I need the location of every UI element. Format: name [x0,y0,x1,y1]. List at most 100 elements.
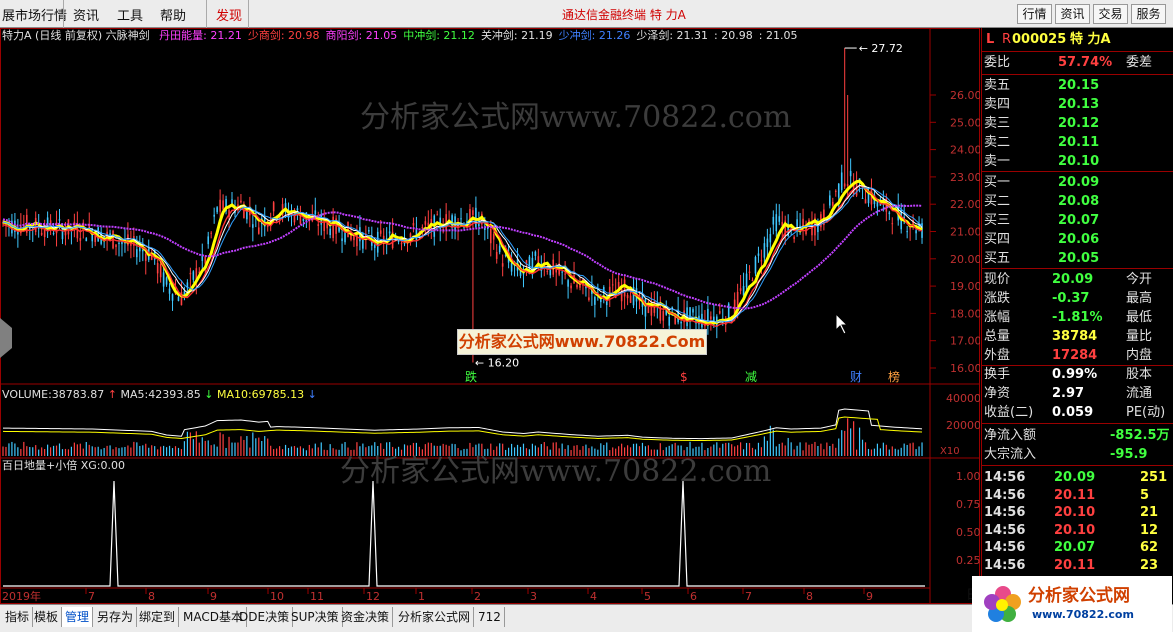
candle-body [421,227,424,229]
logo-url: www.70822.com [1032,608,1134,621]
volume-value: 38783.87 [51,388,105,401]
date-axis-label: 3 [530,590,537,603]
candle-body [570,285,572,289]
menu-tools[interactable]: 工具 [117,5,143,24]
stat-value: 0.99% [1052,367,1098,382]
candle [216,206,218,215]
candle [192,270,195,283]
indicator-item: : 20.98 [714,29,753,42]
tab-0[interactable]: 指标 [2,607,34,627]
candle-body [710,316,712,320]
candle-body [849,170,852,177]
candle [561,270,563,285]
candle-body [489,228,492,244]
candle-body [192,271,195,280]
candle-body [121,241,123,245]
candle [558,251,560,277]
candle [495,244,498,264]
candle [207,231,210,249]
news-button[interactable]: 资讯 [1055,4,1090,24]
tab-8[interactable]: 资金决策 [338,607,394,627]
candle [751,277,754,282]
indicator-item: 商阳剑: 21.05 [325,29,398,42]
candle [189,267,192,288]
date-axis-label: 5 [644,590,651,603]
date-axis-label: 7 [88,590,95,603]
ma-purple-line [2,204,923,310]
left-scroll-handle-icon [0,318,12,358]
watermark-box: 分析家公式网www.70822.Com [457,329,707,355]
candle-body [219,199,221,212]
candle-body [373,244,376,248]
candle-body [829,195,831,206]
tab-7[interactable]: SUP决策 [288,607,343,627]
tick-row: 14:56 20.10 12 [982,521,1173,540]
date-axis-label: 9 [210,590,217,603]
candle-body [760,260,763,262]
candle [115,244,117,256]
candle-body [94,235,96,243]
top-menu-bar: 展市场行情 资讯 工具 帮助 发现 通达信金融终端 特 力A 行情 资讯 交易 … [0,0,1173,28]
candle-body [495,251,498,259]
tab-1[interactable]: 模板 [31,607,63,627]
order-ratio: 委比 57.74% 委差 [982,53,1173,72]
candle-body [329,228,331,235]
trade-button[interactable]: 交易 [1093,4,1128,24]
candle-body [424,221,427,225]
menu-discover[interactable]: 发现 [216,5,242,24]
stat-label: 净资 [984,386,1011,401]
menu-help[interactable]: 帮助 [160,5,186,24]
candle-body [492,234,495,240]
ratio-label: 委比 [984,55,1011,70]
tick-volume: 23 [1140,557,1159,573]
candle [424,216,427,234]
site-logo: 分析家公式网 www.70822.com [972,576,1172,632]
menu-news[interactable]: 资讯 [73,5,99,24]
candle-body [296,208,299,211]
candle-body [594,296,596,305]
candle-body [210,232,212,234]
candle-body [400,243,403,245]
kline-chart-area[interactable]: 26.00 25.00 24.00 23.00 22.00 21.00 20.00 19.00… [0,28,980,604]
quote-button[interactable]: 行情 [1017,4,1052,24]
bid-price: 20.07 [1058,213,1100,228]
stat-row: 收益(二) 0.059 PE(动) [982,403,1173,422]
ma-red-line [2,184,923,328]
candle-body [832,201,834,206]
candle [492,231,495,250]
candle-body [748,271,751,274]
tab-10[interactable]: 712 [475,607,505,627]
candle-body [231,199,233,204]
service-button[interactable]: 服务 [1131,4,1166,24]
candle-body [834,190,837,192]
tab-3[interactable]: 另存为 [94,607,138,627]
candle-body [207,236,210,245]
candle [623,276,626,309]
candle-body [891,223,894,225]
tab-2[interactable]: 管理 [62,607,94,627]
candle-body [216,207,218,213]
candle-body [909,228,911,230]
candle-body [763,243,766,258]
stock-title: 特 力A [1070,32,1111,47]
candle [796,210,798,237]
tab-9[interactable]: 分析家公式网 [395,607,475,627]
candle-body [460,218,462,220]
tab-4[interactable]: 绑定到 [136,607,180,627]
candle [823,203,825,231]
tab-6[interactable]: DDE决策 [236,607,294,627]
bid-price: 20.09 [1058,175,1100,190]
price-axis-label: 21.00 [950,226,980,239]
ask-row: 卖五 20.15 [982,76,1173,95]
stat-row: 涨跌 -0.37 最高 [982,289,1173,308]
candle [415,216,418,248]
menu-market[interactable]: 展市场行情 [2,5,67,24]
candle [653,291,656,317]
price-axis-label: 16.00 [950,362,980,375]
ask-price: 20.10 [1058,154,1100,169]
candle-body [299,216,302,224]
candle-body [843,183,846,187]
candle [85,237,88,242]
candle-body [213,214,215,217]
candle-body [739,288,742,291]
